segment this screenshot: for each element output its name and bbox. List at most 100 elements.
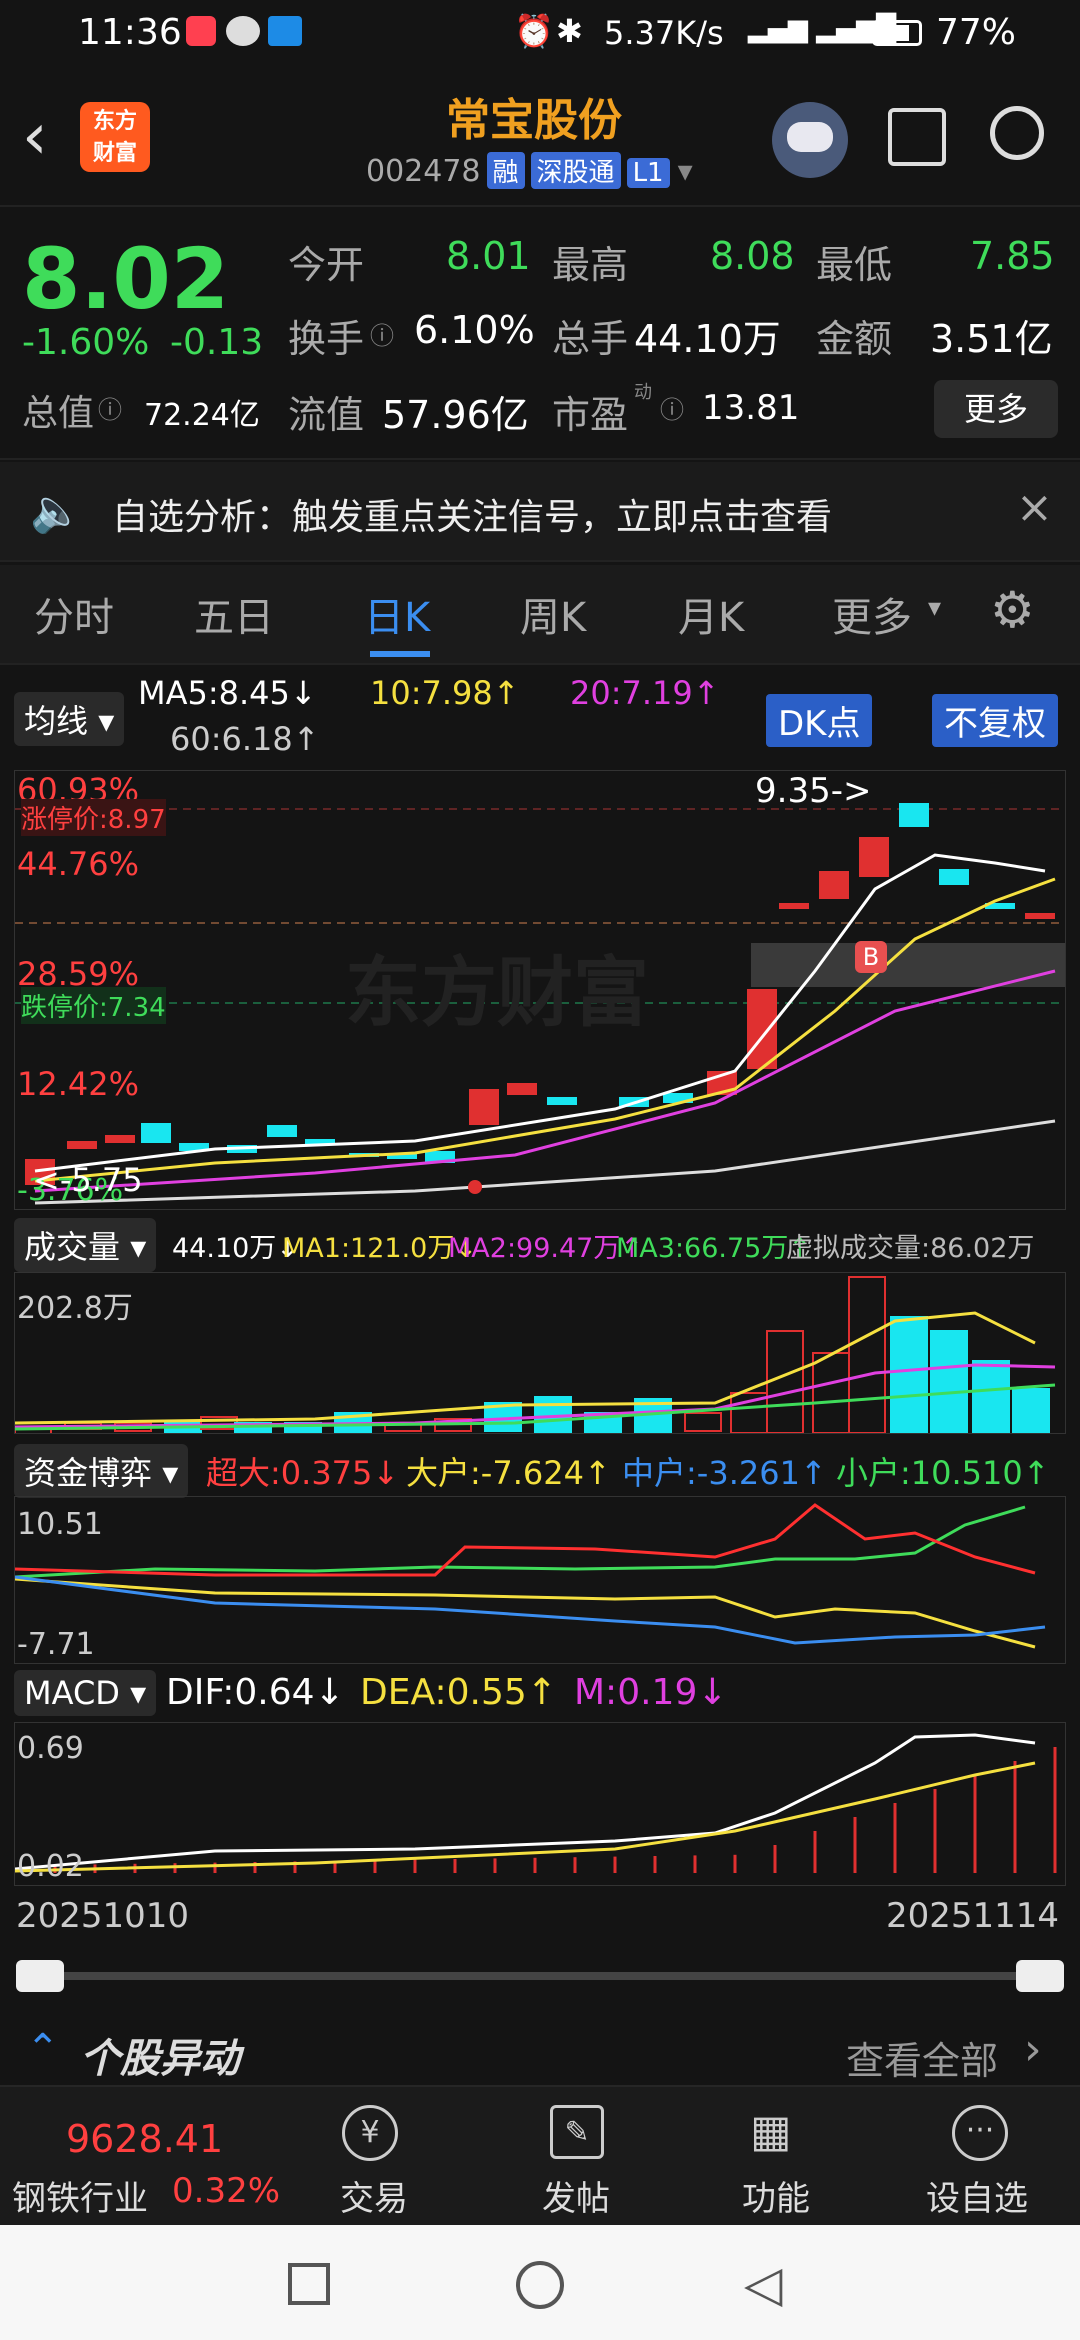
share-icon[interactable] [888, 108, 946, 166]
chat-notif-icon [226, 16, 260, 46]
ma5-legend: MA5:8.45↓ [138, 674, 317, 712]
low-marker: <-5.75 [33, 1161, 143, 1199]
float-value: 57.96亿 [382, 393, 529, 437]
current-price: 8.02 [22, 230, 230, 328]
high-marker: 9.35-> [755, 771, 872, 811]
range-handle-right[interactable] [1016, 1960, 1064, 1992]
post-icon[interactable]: ✎ [550, 2105, 604, 2159]
dk-point-button[interactable]: DK点 [766, 694, 873, 747]
net-speed: 5.37K/s [604, 14, 724, 52]
view-all-link[interactable]: 查看全部 [846, 2030, 998, 2085]
limit-up-label: 涨停价:8.97 [21, 799, 166, 836]
post-button[interactable]: 发帖 [542, 2171, 610, 2220]
home-icon[interactable] [516, 2261, 564, 2309]
volume-axis-max: 202.8万 [17, 1291, 133, 1326]
kline-chart[interactable]: 东方财富 60.93% 涨停价:8.97 44.76% 28.59% 跌停价:7… [14, 770, 1066, 1210]
volume-bar [930, 1330, 968, 1433]
info-icon[interactable]: ⓘ [660, 390, 684, 425]
vol-ma3-legend: MA3:66.75万↑ [616, 1233, 811, 1264]
dif-legend: DIF:0.64↓ [166, 1672, 345, 1713]
macd-selector[interactable]: MACD ▾ [14, 1670, 157, 1716]
date-end: 20251114 [886, 1896, 1060, 1936]
range-handle-left[interactable] [16, 1960, 64, 1992]
candle [507, 1083, 537, 1095]
dea-legend: DEA:0.55↑ [360, 1672, 557, 1713]
info-icon[interactable]: ⓘ [370, 316, 394, 351]
movers-title: 个股异动 [80, 2036, 240, 2082]
volume-selector[interactable]: 成交量 ▾ [14, 1218, 157, 1272]
chevron-down-icon: ▾ [677, 154, 693, 189]
volume-legend: 44.10万↓ [172, 1233, 299, 1264]
high-label: 最高 [552, 243, 629, 287]
stock-name: 常宝股份 [446, 95, 622, 146]
analysis-banner[interactable]: 🔈 自选分析：触发重点关注信号，立即点击查看 × [0, 462, 1080, 562]
tab-monthly-k[interactable]: 月K [678, 585, 744, 643]
trade-button[interactable]: 交易 [340, 2171, 408, 2220]
macd-svg [15, 1733, 1057, 1873]
back-nav-icon[interactable]: ◁ [744, 2255, 782, 2313]
sector-index[interactable]: 9628.41 [66, 2117, 223, 2161]
bottom-toolbar: 9628.41 钢铁行业 0.32% ¥ 交易 ✎ 发帖 ▦ 功能 ··· 设自… [0, 2085, 1080, 2225]
back-icon[interactable]: ‹ [22, 100, 48, 174]
vol-ma2-legend: MA2:99.47万↑ [448, 1233, 643, 1264]
volume-bar [766, 1330, 804, 1433]
trade-icon[interactable]: ¥ [342, 2105, 398, 2161]
stock-code-row[interactable]: 002478 融深股通 L1 ▾ [366, 152, 693, 189]
movers-section[interactable]: ⌃ 个股异动 查看全部 › [0, 2020, 1080, 2084]
connect-tag: 深股通 [530, 152, 621, 189]
search-icon[interactable] [990, 106, 1044, 160]
macd-chart[interactable]: 0.69 0.02 [14, 1722, 1066, 1886]
fund-svg [15, 1503, 1046, 1649]
macd-axis-min: 0.02 [17, 1849, 84, 1884]
tab-daily-k[interactable]: 日K [364, 585, 430, 643]
candle [267, 1125, 297, 1137]
volume-bar [812, 1352, 850, 1433]
active-tab-indicator [370, 651, 430, 657]
settings-gear-icon[interactable]: ⚙ [990, 581, 1035, 639]
bluetooth-icon: ✱ [556, 12, 583, 50]
close-icon[interactable]: × [1016, 482, 1053, 533]
volume-chart[interactable]: 202.8万 [14, 1272, 1066, 1434]
function-grid-icon[interactable]: ▦ [750, 2105, 804, 2159]
fund-mid-line [15, 1575, 1046, 1645]
axis-label-4: 12.42% [17, 1065, 140, 1103]
fund-axis-max: 10.51 [17, 1507, 103, 1542]
add-watch-button[interactable]: 设自选 [926, 2171, 1028, 2220]
tab-five-day[interactable]: 五日 [194, 585, 274, 643]
turnover-value: 6.10% [414, 308, 535, 352]
recent-apps-icon[interactable] [288, 2263, 330, 2305]
signal-dot [468, 1180, 482, 1194]
float-label: 流值 [288, 393, 365, 437]
change-pct: -1.60% [22, 322, 150, 363]
robot-avatar-icon[interactable] [772, 102, 848, 178]
range-scrollbar[interactable] [30, 1972, 1050, 1980]
ma10-legend: 10:7.98↑ [370, 674, 520, 712]
tab-more[interactable]: 更多 [832, 585, 912, 643]
fund-chart[interactable]: 10.51 -7.71 [14, 1496, 1066, 1664]
ma-selector[interactable]: 均线 ▾ [14, 692, 125, 746]
mcap-label: 总值 [22, 393, 95, 434]
more-dots-icon[interactable]: ··· [952, 2105, 1008, 2161]
candle [899, 803, 929, 827]
more-button[interactable]: 更多 [934, 380, 1058, 438]
amount-value: 3.51亿 [930, 317, 1053, 361]
chevron-up-icon[interactable]: ⌃ [26, 2026, 60, 2072]
chevron-down-icon: ▾ [928, 593, 942, 623]
open-label: 今开 [288, 243, 365, 287]
ma60-line [34, 1119, 1056, 1205]
sector-name[interactable]: 钢铁行业 [12, 2171, 148, 2220]
function-button[interactable]: 功能 [742, 2171, 810, 2220]
virtual-volume: 虚拟成交量:86.02万 [786, 1233, 1035, 1264]
volume-value: 44.10万 [634, 317, 781, 361]
tab-weekly-k[interactable]: 周K [520, 585, 586, 643]
buy-signal-badge[interactable]: B [855, 941, 887, 973]
volume-bar [1012, 1388, 1050, 1433]
tab-intraday[interactable]: 分时 [34, 585, 114, 643]
date-start: 20251010 [16, 1896, 190, 1936]
info-icon[interactable]: ⓘ [98, 390, 122, 425]
app-notif-icon [186, 16, 216, 46]
no-adjust-button[interactable]: 不复权 [932, 694, 1058, 747]
m-legend: M:0.19↓ [574, 1672, 728, 1713]
fund-selector[interactable]: 资金博弈 ▾ [14, 1444, 189, 1498]
candle [859, 837, 889, 877]
